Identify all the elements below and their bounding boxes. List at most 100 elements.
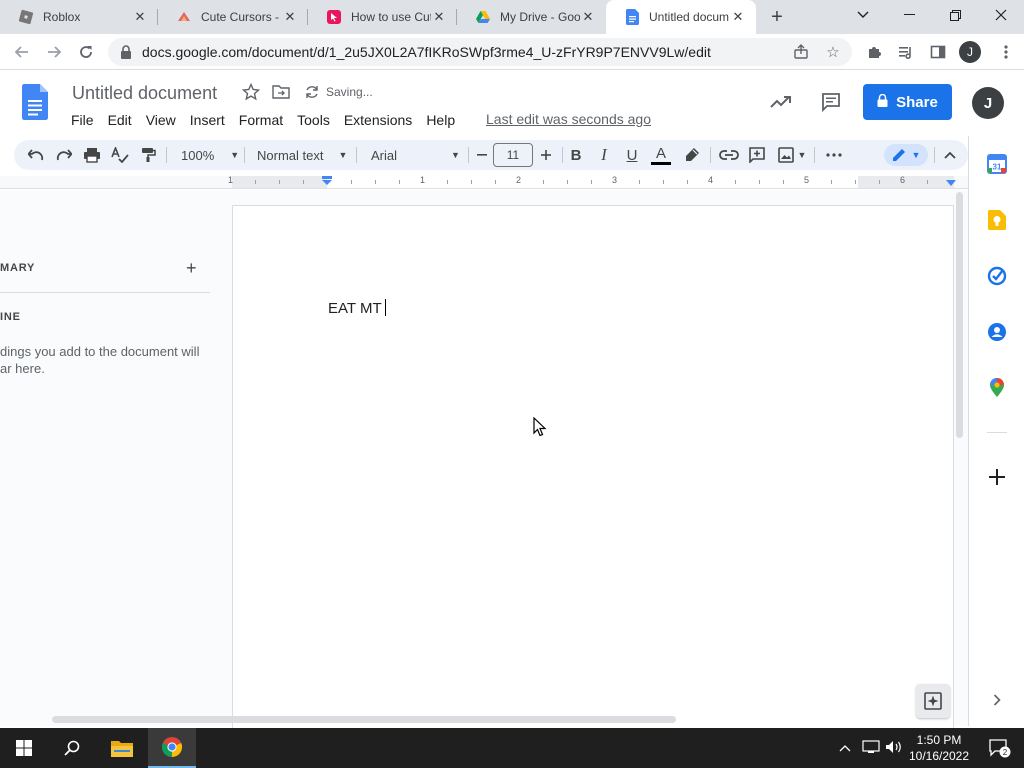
forward-arrow-icon[interactable] (42, 40, 66, 64)
spellcheck-icon[interactable] (110, 144, 130, 166)
menu-view[interactable]: View (139, 110, 183, 130)
close-icon[interactable]: ✕ (580, 9, 596, 25)
add-summary-icon[interactable]: + (186, 258, 197, 279)
print-icon[interactable] (82, 144, 102, 166)
ruler-tick (759, 180, 760, 184)
font-value: Arial (371, 147, 398, 163)
insert-image-icon[interactable]: ▼ (776, 144, 808, 166)
bold-icon[interactable]: B (566, 144, 586, 166)
font-family-dropdown[interactable]: Arial ▼ (371, 144, 460, 166)
account-avatar[interactable]: J (972, 87, 1004, 119)
close-icon[interactable]: ✕ (730, 9, 746, 25)
new-tab-button[interactable]: + (765, 5, 789, 29)
extensions-puzzle-icon[interactable] (862, 40, 886, 64)
close-icon[interactable]: ✕ (132, 9, 148, 25)
tab-untitled-document[interactable]: Untitled docum ✕ (606, 0, 756, 34)
chrome-taskbar-icon[interactable] (148, 728, 196, 768)
google-calendar-icon[interactable]: 31 (987, 154, 1007, 174)
move-folder-icon[interactable] (271, 82, 291, 102)
vertical-scrollbar[interactable] (956, 192, 963, 438)
media-queue-icon[interactable] (894, 40, 918, 64)
paragraph-style-dropdown[interactable]: Normal text ▼ (257, 144, 347, 166)
lock-icon[interactable] (120, 45, 134, 59)
google-docs-logo-icon[interactable] (22, 84, 48, 120)
tab-search-chevron-down-icon[interactable] (840, 0, 886, 30)
windows-start-icon[interactable] (0, 728, 48, 768)
star-icon[interactable] (241, 82, 261, 102)
ruler-page-area (232, 176, 954, 188)
menu-edit[interactable]: Edit (101, 110, 139, 130)
share-button[interactable]: Share (863, 84, 952, 120)
menu-help[interactable]: Help (419, 110, 462, 130)
url-text[interactable]: docs.google.com/document/d/1_2u5JX0L2A7f… (142, 44, 711, 60)
network-icon[interactable] (862, 740, 880, 757)
document-title[interactable]: Untitled document (72, 83, 217, 104)
font-size-input[interactable]: 11 (493, 143, 533, 167)
system-clock[interactable]: 1:50 PM 10/16/2022 (906, 732, 972, 764)
add-addon-plus-icon[interactable] (987, 467, 1007, 487)
menu-insert[interactable]: Insert (183, 110, 232, 130)
share-page-icon[interactable] (792, 43, 810, 61)
bookmark-star-icon[interactable]: ☆ (824, 43, 842, 61)
profile-avatar[interactable]: J (959, 41, 981, 63)
tab-roblox[interactable]: Roblox ✕ (0, 0, 158, 34)
text-caret (384, 299, 387, 316)
document-page[interactable]: EAT MT (232, 205, 954, 735)
add-comment-icon[interactable] (747, 144, 767, 166)
zoom-dropdown[interactable]: 100% ▼ (181, 144, 239, 166)
menu-extensions[interactable]: Extensions (337, 110, 419, 130)
window-close-icon[interactable] (978, 0, 1024, 30)
ruler[interactable]: 1 1 2 3 4 5 6 (0, 175, 968, 189)
url-omnibox[interactable]: docs.google.com/document/d/1_2u5JX0L2A7f… (108, 38, 852, 66)
menu-format[interactable]: Format (232, 110, 290, 130)
underline-icon[interactable]: U (622, 144, 642, 166)
restore-icon[interactable] (932, 0, 978, 30)
back-arrow-icon[interactable] (10, 40, 34, 64)
redo-icon[interactable] (54, 144, 74, 166)
minimize-icon[interactable] (886, 0, 932, 30)
ruler-tick (495, 180, 496, 184)
insert-link-icon[interactable] (718, 144, 740, 166)
horizontal-scrollbar[interactable] (52, 716, 676, 723)
google-maps-icon[interactable] (987, 378, 1007, 398)
notifications-icon[interactable]: 2 (980, 728, 1020, 768)
google-tasks-icon[interactable] (987, 266, 1007, 286)
activity-trend-icon[interactable] (770, 92, 792, 112)
reload-icon[interactable] (74, 40, 98, 64)
close-icon[interactable]: ✕ (282, 9, 298, 25)
left-indent-marker-icon[interactable] (321, 176, 333, 186)
volume-icon[interactable] (885, 740, 903, 757)
decrease-font-size-icon[interactable] (472, 144, 492, 166)
italic-icon[interactable]: I (594, 144, 614, 166)
search-icon[interactable] (48, 728, 96, 768)
hide-menus-chevron-up-icon[interactable] (940, 144, 960, 166)
explore-sparkle-button[interactable] (916, 684, 950, 718)
increase-font-size-icon[interactable] (536, 144, 556, 166)
menu-tools[interactable]: Tools (290, 110, 337, 130)
show-side-panel-chevron-right-icon[interactable] (987, 690, 1007, 710)
google-keep-icon[interactable] (987, 210, 1007, 230)
more-options-icon[interactable] (824, 144, 844, 166)
right-indent-marker-icon[interactable] (945, 179, 957, 187)
menu-file[interactable]: File (64, 110, 101, 130)
document-body-text[interactable]: EAT MT (328, 299, 387, 317)
text-color-icon[interactable]: A (650, 144, 672, 166)
comment-icon[interactable] (821, 92, 841, 112)
tab-how-to-use[interactable]: How to use Cut ✕ (308, 0, 457, 34)
close-icon[interactable]: ✕ (431, 9, 447, 25)
paint-format-icon[interactable] (138, 144, 158, 166)
tab-my-drive[interactable]: My Drive - Goo ✕ (457, 0, 606, 34)
highlight-pen-icon[interactable] (682, 144, 702, 166)
toolbar-divider (814, 147, 815, 163)
google-contacts-icon[interactable] (987, 322, 1007, 342)
tray-chevron-up-icon[interactable] (839, 740, 851, 755)
ruler-label: 5 (804, 175, 810, 185)
last-edit-link[interactable]: Last edit was seconds ago (486, 111, 651, 127)
editing-mode-dropdown[interactable]: ▼ (884, 144, 928, 166)
undo-icon[interactable] (26, 144, 46, 166)
file-explorer-icon[interactable] (98, 728, 146, 768)
more-vert-icon[interactable] (994, 40, 1018, 64)
tab-cute-cursors[interactable]: Cute Cursors - C ✕ (158, 0, 308, 34)
side-panel-icon[interactable] (926, 40, 950, 64)
sync-saving-icon (302, 82, 322, 102)
